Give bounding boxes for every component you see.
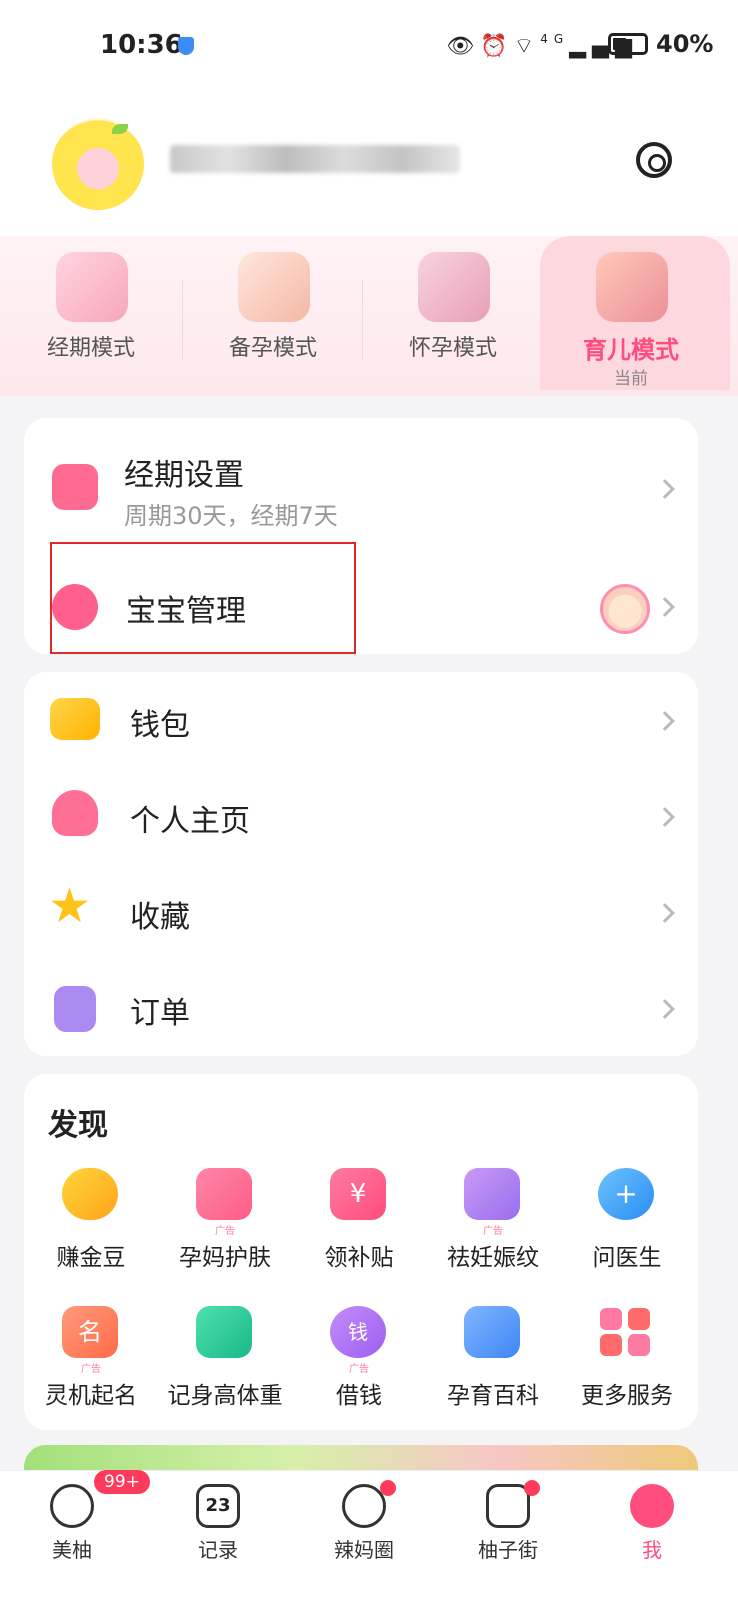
ad-tag: 广告	[483, 1226, 503, 1237]
user-avatar[interactable]	[52, 118, 144, 210]
status-time: 10:36	[100, 30, 183, 60]
discover-title: 发现	[48, 1108, 108, 1143]
wallet-icon	[50, 698, 100, 740]
settings-gear-icon[interactable]	[636, 142, 672, 178]
calendar-icon	[56, 252, 128, 322]
discover-item-label: 孕妈护肤	[179, 1245, 271, 1271]
yen-icon: ¥	[330, 1168, 386, 1220]
sparkle-icon	[464, 1168, 520, 1220]
discover-item-label: 赚金豆	[56, 1245, 126, 1271]
mode-pregnant-label: 怀孕模式	[408, 336, 497, 361]
me-active-icon	[630, 1484, 674, 1528]
skincare-icon	[196, 1168, 252, 1220]
book-search-icon	[464, 1306, 520, 1358]
nav-label: 记录	[198, 1538, 238, 1562]
mode-period[interactable]: 经期模式	[0, 250, 182, 390]
mode-prepare[interactable]: 备孕模式	[182, 250, 364, 390]
period-settings-row[interactable]: 经期设置 周期30天，经期7天	[24, 440, 698, 540]
discover-item-label: 灵机起名	[45, 1383, 137, 1409]
bean-icon	[62, 1168, 118, 1220]
discover-item-label: 更多服务	[581, 1383, 673, 1409]
discover-item-label: 孕育百科	[447, 1383, 539, 1409]
alarm-icon: ⏰	[480, 34, 514, 59]
chevron-right-icon	[655, 479, 675, 499]
shield-icon	[178, 37, 194, 55]
ad-tag: 广告	[215, 1226, 235, 1237]
chevron-right-icon	[655, 999, 675, 1019]
menu-item-wallet[interactable]: 钱包	[24, 676, 698, 766]
star-icon: ★	[48, 878, 92, 934]
calendar-icon: 23	[196, 1484, 240, 1528]
menu-item-favorites[interactable]: ★ 收藏	[24, 868, 698, 958]
nav-label: 辣妈圈	[334, 1538, 394, 1562]
period-drop-icon	[52, 464, 98, 510]
chevron-right-icon	[655, 711, 675, 731]
discover-item-label: 领补贴	[324, 1245, 394, 1271]
mode-parenting-label: 育儿模式	[583, 336, 679, 364]
lollipop-icon	[342, 1484, 386, 1528]
eye-icon: 👁	[446, 34, 481, 59]
baby-avatar	[600, 584, 650, 634]
discover-item-label: 记身高体重	[167, 1383, 283, 1409]
highlight-box	[50, 542, 356, 654]
discover-item-label: 祛妊娠纹	[447, 1245, 539, 1271]
grid-four-icon	[598, 1306, 654, 1358]
mother-baby-icon	[596, 252, 668, 322]
notification-dot	[380, 1480, 396, 1496]
order-list-icon	[54, 986, 96, 1032]
discover-item-label: 问医生	[592, 1245, 662, 1271]
menu-item-label: 收藏	[130, 900, 190, 935]
ad-tag: 广告	[349, 1364, 369, 1375]
period-settings-subtitle: 周期30天，经期7天	[124, 502, 338, 530]
medical-chat-icon: +	[598, 1168, 654, 1220]
chevron-right-icon	[655, 807, 675, 827]
notification-dot	[524, 1480, 540, 1496]
battery-icon	[608, 33, 648, 55]
menu-item-label: 钱包	[130, 708, 190, 743]
chevron-right-icon	[655, 903, 675, 923]
nav-label: 美柚	[52, 1538, 92, 1562]
mode-pregnant[interactable]: 怀孕模式	[362, 250, 544, 390]
height-ruler-icon	[196, 1306, 252, 1358]
nav-label: 我	[642, 1538, 662, 1562]
menu-item-homepage[interactable]: 个人主页	[24, 772, 698, 862]
mode-period-label: 经期模式	[46, 336, 135, 361]
menu-item-orders[interactable]: 订单	[24, 964, 698, 1054]
meiyou-logo-icon	[50, 1484, 94, 1528]
period-settings-title: 经期设置	[124, 458, 244, 493]
name-icon: 名	[62, 1306, 118, 1358]
shopping-bag-icon	[486, 1484, 530, 1528]
menu-item-label: 订单	[130, 996, 190, 1031]
chevron-right-icon	[655, 597, 675, 617]
username-blurred[interactable]	[170, 145, 460, 173]
network-label: 4G	[540, 32, 570, 46]
test-strip-icon	[238, 252, 310, 322]
wifi-icon: ⌔	[513, 34, 541, 59]
person-icon	[52, 790, 98, 836]
pregnant-woman-icon	[418, 252, 490, 322]
menu-item-label: 个人主页	[130, 804, 250, 839]
money-bag-icon: 钱	[330, 1306, 386, 1358]
discover-item-label: 借钱	[336, 1383, 382, 1409]
battery-percent: 40%	[656, 30, 714, 58]
mode-prepare-label: 备孕模式	[228, 336, 317, 361]
ad-tag: 广告	[81, 1364, 101, 1375]
nav-label: 柚子街	[478, 1538, 538, 1562]
notification-badge: 99+	[94, 1470, 150, 1494]
mode-current-tag: 当前	[614, 369, 648, 389]
